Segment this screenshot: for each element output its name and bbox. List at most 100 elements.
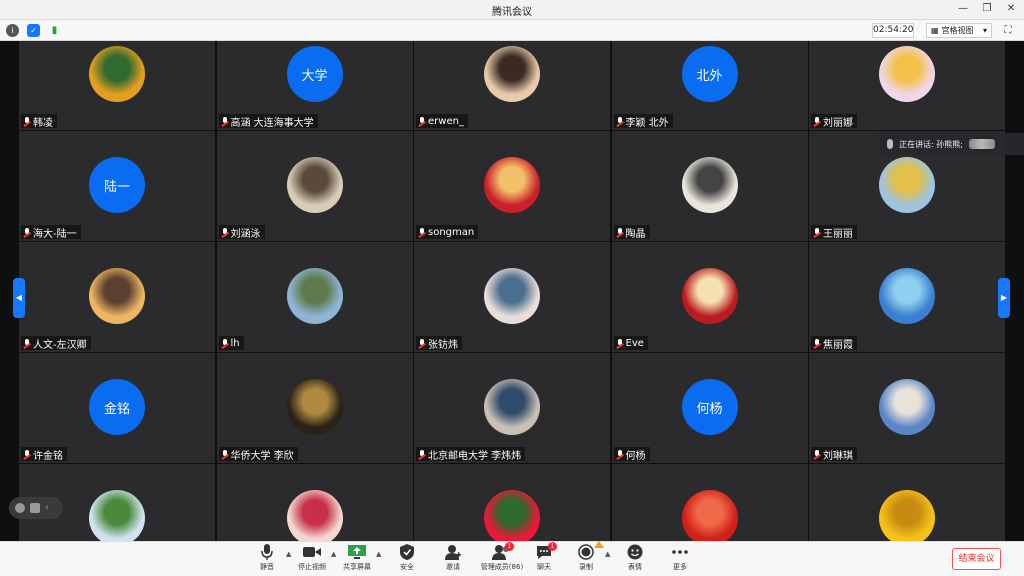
record-button[interactable]: 录制 <box>566 541 606 576</box>
participant-tile[interactable]: 北外 李颖 北外 <box>611 41 808 130</box>
meeting-toolbar: 静音 ▲ 停止视频 ▲ 共享屏幕 ▲ 安全 邀请 1 管理成员(86) 1 聊天… <box>0 541 1024 576</box>
participant-tile[interactable] <box>414 464 610 541</box>
avatar <box>89 268 145 324</box>
participant-nameplate: 韩凌 <box>21 114 57 129</box>
participant-nameplate: 刘涵泳 <box>218 225 265 240</box>
participant-nameplate: 刘琳琪 <box>811 447 857 462</box>
participant-name: 陶晶 <box>625 228 646 240</box>
participant-name: 华侨大学 李欣 <box>230 450 294 462</box>
avatar <box>879 46 935 102</box>
minimize-button[interactable]: — <box>956 2 970 16</box>
share-options-caret[interactable]: ▲ <box>376 550 384 558</box>
mute-button[interactable]: 静音 <box>247 544 287 576</box>
manage-members-button[interactable]: 1 管理成员(86) <box>478 542 526 576</box>
mic-muted-icon <box>616 227 624 237</box>
participant-nameplate: lh <box>218 336 244 350</box>
mic-muted-icon <box>221 338 229 348</box>
participant-tile[interactable]: 人文-左汉卿 <box>19 242 215 352</box>
chevron-left-icon[interactable]: ‹ <box>45 503 49 513</box>
info-icon[interactable]: i <box>6 24 19 37</box>
emoji-button[interactable]: 表情 <box>615 544 655 576</box>
invite-user-icon <box>433 544 473 560</box>
chat-button[interactable]: 1 聊天 <box>524 542 564 576</box>
fullscreen-icon[interactable]: ⛶ <box>1000 23 1016 38</box>
restore-button[interactable]: ❐ <box>980 2 994 16</box>
mic-muted-icon <box>418 449 426 459</box>
emoji-label: 表情 <box>628 563 642 571</box>
avatar: 北外 <box>681 46 738 102</box>
avatar <box>879 157 935 213</box>
record-icon <box>566 541 606 560</box>
prev-page-button[interactable]: ◀ <box>13 278 25 318</box>
participant-tile[interactable]: 焦丽霞 <box>809 242 1005 352</box>
avatar <box>286 490 343 541</box>
participant-tile[interactable]: 刘琳琪 <box>809 353 1005 463</box>
members-icon: 1 <box>478 542 526 560</box>
mic-muted-icon <box>813 338 821 348</box>
mic-muted-icon <box>813 116 821 126</box>
floating-controls: ‹ <box>9 497 63 519</box>
more-button[interactable]: 更多 <box>660 544 700 576</box>
participant-tile[interactable]: 北京邮电大学 李炜炜 <box>414 353 610 463</box>
microphone-icon <box>247 544 287 560</box>
avatar: 金铭 <box>89 379 145 435</box>
participant-tile[interactable]: 韩凌 <box>19 41 215 130</box>
participant-tile[interactable]: 刘丽娜 <box>809 41 1005 130</box>
close-button[interactable]: ✕ <box>1004 2 1018 16</box>
record-label: 录制 <box>579 563 593 571</box>
participant-name: 焦丽霞 <box>823 339 853 351</box>
avatar <box>484 490 540 541</box>
participant-tile[interactable]: 陶晶 <box>611 131 808 241</box>
emoji-icon[interactable] <box>15 503 25 513</box>
end-meeting-button[interactable]: 结束会议 <box>952 548 1001 570</box>
participant-name: 许金铭 <box>33 450 63 462</box>
avatar: 大学 <box>286 46 343 102</box>
record-options-caret[interactable]: ▲ <box>605 550 613 558</box>
participant-tile[interactable]: 大学高涵 大连海事大学 <box>216 41 413 130</box>
avatar <box>879 268 935 324</box>
mic-muted-icon <box>616 449 624 459</box>
signal-icon[interactable]: ▮ <box>48 24 61 37</box>
participant-tile[interactable] <box>611 464 808 541</box>
participant-tile[interactable]: Eve <box>611 242 808 352</box>
participant-nameplate: 张钫炜 <box>416 336 462 351</box>
avatar <box>89 490 145 541</box>
avatar <box>484 379 540 435</box>
avatar: 陆一 <box>89 157 145 213</box>
avatar <box>286 379 343 435</box>
view-mode-select[interactable]: ▦ 宫格视图 ▾ <box>926 23 992 38</box>
participant-name: 何杨 <box>625 450 646 462</box>
participant-nameplate: 高涵 大连海事大学 <box>218 114 318 129</box>
participant-tile[interactable]: erwen_ <box>414 41 610 130</box>
share-screen-button[interactable]: 共享屏幕 <box>337 544 377 576</box>
participant-tile[interactable] <box>216 464 413 541</box>
mic-icon <box>887 139 893 149</box>
mic-muted-icon <box>813 227 821 237</box>
title-bar: 腾讯会议 — ❐ ✕ <box>0 0 1024 20</box>
invite-button[interactable]: 邀请 <box>433 544 473 576</box>
participant-tile[interactable]: 何杨 何杨 <box>611 353 808 463</box>
meeting-status-bar: i ✓ ▮ 02:54:20 ▦ 宫格视图 ▾ ⛶ <box>0 20 1024 41</box>
next-page-button[interactable]: ▶ <box>998 278 1010 318</box>
avatar <box>484 46 540 102</box>
participant-nameplate: 焦丽霞 <box>811 336 857 351</box>
participant-tile[interactable]: 金铭许金铭 <box>19 353 215 463</box>
avatar <box>484 268 540 324</box>
mic-muted-icon <box>616 116 624 126</box>
mic-muted-icon <box>23 116 31 126</box>
stop-video-button[interactable]: 停止视频 <box>292 544 332 576</box>
participant-tile[interactable]: 张钫炜 <box>414 242 610 352</box>
participant-tile[interactable]: 华侨大学 李欣 <box>216 353 413 463</box>
avatar <box>89 46 145 102</box>
participant-tile[interactable]: 陆一海大-陆一 <box>19 131 215 241</box>
participant-tile[interactable]: 刘涵泳 <box>216 131 413 241</box>
mic-muted-icon <box>221 449 229 459</box>
participant-tile[interactable] <box>809 464 1005 541</box>
chat-bubble-icon[interactable] <box>30 503 40 513</box>
record-new-tag-icon <box>594 541 604 548</box>
participant-name: 海大-陆一 <box>33 228 77 240</box>
security-button[interactable]: 安全 <box>387 544 427 576</box>
shield-icon[interactable]: ✓ <box>27 24 40 37</box>
participant-tile[interactable]: songman <box>414 131 610 241</box>
participant-tile[interactable]: lh <box>216 242 413 352</box>
